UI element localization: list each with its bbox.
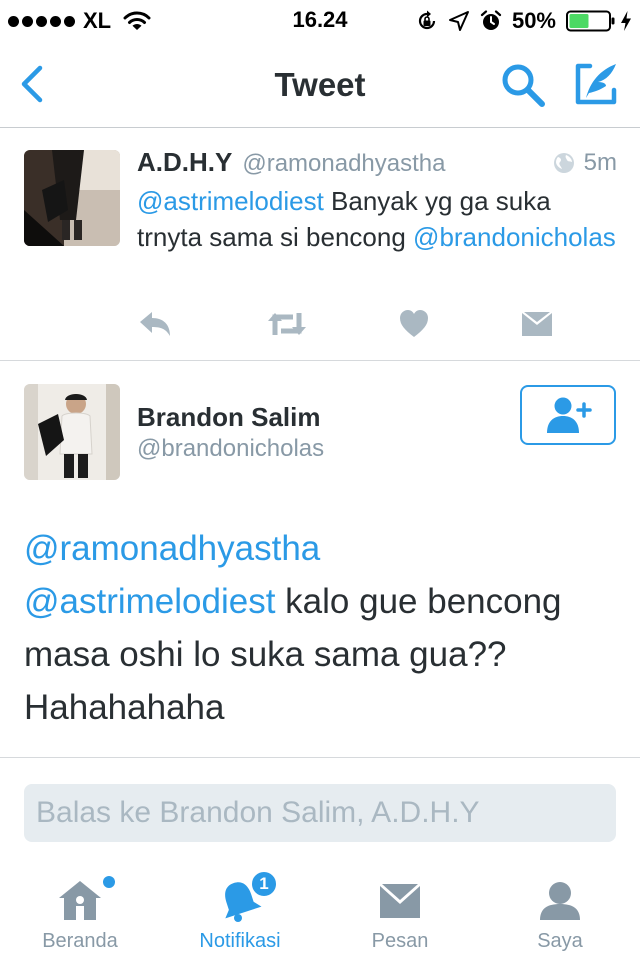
location-arrow-icon: [448, 11, 469, 31]
tab-label: Notifikasi: [199, 930, 281, 952]
status-bar: XL 16.24 50%: [0, 0, 640, 40]
avatar-photo: [24, 150, 120, 246]
user-name[interactable]: Brandon Salim: [137, 402, 320, 433]
reply-box[interactable]: [24, 784, 616, 842]
tweet-meta: 5m: [552, 149, 617, 177]
tweet-header: A.D.H.Y @ramonadhyastha 5m: [137, 147, 617, 179]
tab-icon: [0, 878, 160, 924]
charging-bolt-icon: [621, 11, 631, 31]
tweet-text: @ramonadhyastha @astrimelodiest kalo gue …: [24, 522, 624, 734]
tab-me[interactable]: Saya: [480, 860, 640, 960]
status-right: 50%: [416, 8, 632, 34]
nav-bar: Tweet: [0, 40, 640, 128]
new-indicator-dot: [103, 876, 115, 888]
tab-icon: [480, 878, 640, 924]
search-icon[interactable]: [500, 62, 546, 108]
battery-icon: [566, 10, 615, 32]
tab-messages[interactable]: Pesan: [320, 860, 480, 960]
user-name[interactable]: A.D.H.Y: [137, 147, 232, 178]
avatar[interactable]: [24, 384, 120, 480]
battery-percent: 50%: [511, 8, 556, 33]
tweet-text: @astrimelodiest Banyak yg ga suka trnyta…: [137, 183, 617, 255]
avatar-photo: [24, 384, 120, 480]
tab-label: Pesan: [371, 930, 429, 952]
mention-link[interactable]: @brandonicholas: [413, 222, 616, 252]
tab-home[interactable]: Beranda: [0, 860, 160, 960]
reply-icon[interactable]: [137, 309, 173, 339]
follow-button[interactable]: [520, 385, 616, 445]
mention-link[interactable]: @astrimelodiest: [137, 186, 324, 216]
tweet-time: 5m: [583, 149, 617, 176]
parent-tweet[interactable]: A.D.H.Y @ramonadhyastha 5m @astrimelodie…: [0, 129, 640, 361]
home-icon: [59, 881, 101, 920]
tab-icon: [160, 878, 320, 924]
rotation-lock-icon: [418, 10, 436, 30]
tab-label: Saya: [537, 930, 583, 952]
mention-link[interactable]: @ramonadhyastha: [24, 529, 320, 568]
user-handle[interactable]: @brandonicholas: [137, 435, 324, 463]
envelope-icon: [380, 884, 420, 918]
compose-icon[interactable]: [572, 60, 620, 108]
tab-icon: [320, 878, 480, 924]
retweet-icon[interactable]: [267, 309, 307, 339]
profile-icon: [540, 882, 580, 920]
notification-badge: 1: [250, 870, 278, 898]
avatar[interactable]: [24, 150, 120, 246]
tab-bar: Beranda 1 Notifikasi Pesan Saya: [0, 860, 640, 960]
tab-notifications[interactable]: 1 Notifikasi: [160, 860, 320, 960]
main-tweet: Brandon Salim @brandonicholas @ramonadhy…: [0, 362, 640, 758]
reply-input[interactable]: [24, 784, 616, 842]
globe-icon: [553, 153, 574, 173]
follow-user-icon: [547, 397, 592, 433]
mention-link[interactable]: @astrimelodiest: [24, 582, 275, 621]
tab-label: Beranda: [42, 930, 118, 952]
like-icon[interactable]: [399, 309, 429, 339]
message-icon[interactable]: [521, 309, 553, 339]
tweet-actions: [137, 309, 557, 339]
user-handle[interactable]: @ramonadhyastha: [242, 150, 445, 178]
alarm-icon: [480, 10, 502, 30]
